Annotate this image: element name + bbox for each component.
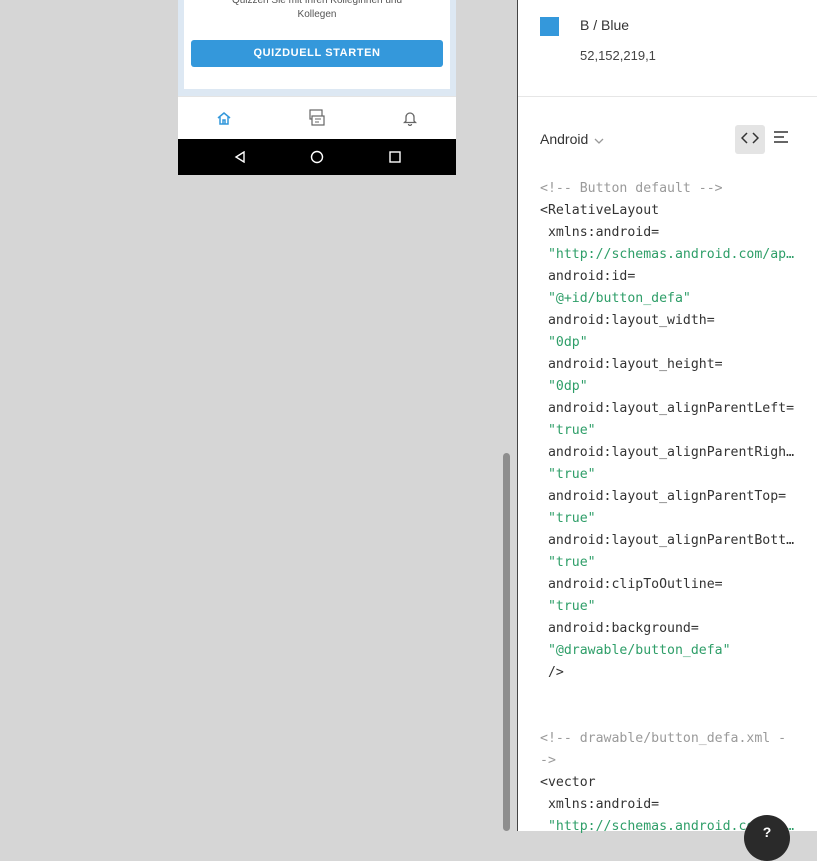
help-icon: ? [762, 824, 772, 840]
back-icon[interactable] [232, 149, 248, 165]
code-line: "true" [540, 423, 596, 438]
phone-content-area: Quizzen Sie mit Ihren Kolleginnen und Ko… [178, 0, 456, 96]
home-icon[interactable] [212, 107, 236, 129]
code-line: "0dp" [540, 335, 588, 350]
quiz-cards-icon[interactable] [305, 107, 329, 129]
code-line: android:layout_alignParentLeft= [540, 401, 795, 416]
code-line: "@+id/button_defa" [540, 291, 691, 306]
list-view-button[interactable] [772, 130, 790, 148]
help-button[interactable]: ? [744, 815, 790, 861]
color-swatch [540, 17, 559, 36]
code-brackets-icon [740, 131, 760, 149]
code-line: <RelativeLayout [540, 203, 660, 218]
code-line: android:clipToOutline= [540, 577, 723, 592]
recents-icon[interactable] [387, 149, 403, 165]
code-snippet[interactable]: <!-- Button default --> <RelativeLayout x… [540, 178, 798, 838]
code-line: /> [540, 665, 564, 680]
section-divider [518, 96, 817, 97]
platform-dropdown[interactable]: Android [540, 131, 604, 147]
bottom-tab-bar [178, 96, 456, 139]
code-line: android:layout_alignParentRight= [540, 445, 798, 460]
code-line: android:layout_width= [540, 313, 715, 328]
phone-preview: Quizzen Sie mit Ihren Kolleginnen und Ko… [178, 0, 456, 175]
platform-label: Android [540, 131, 589, 147]
canvas-scrollbar[interactable] [503, 453, 510, 831]
code-line: "true" [540, 555, 596, 570]
code-line: <!-- drawable/button_defa.xml - [540, 731, 787, 746]
code-line: android:layout_height= [540, 357, 723, 372]
design-canvas[interactable]: Quizzen Sie mit Ihren Kolleginnen und Ko… [0, 0, 517, 831]
code-line: android:background= [540, 621, 699, 636]
code-line: <!-- Button default --> [540, 181, 723, 196]
card-text-line1: Quizzen Sie mit Ihren Kolleginnen und [231, 0, 403, 6]
home-circle-icon[interactable] [309, 149, 325, 165]
code-line: "true" [540, 467, 596, 482]
quizduell-start-button[interactable]: QUIZDUELL STARTEN [191, 40, 443, 67]
bell-icon[interactable] [398, 107, 422, 129]
code-line: <vector [540, 775, 596, 790]
code-line: "0dp" [540, 379, 588, 394]
code-line: "@drawable/button_defa" [540, 643, 731, 658]
list-lines-icon [773, 130, 789, 148]
code-line: -> [540, 753, 556, 768]
code-line: android:layout_alignParentBottom= [540, 533, 798, 548]
quiz-card: Quizzen Sie mit Ihren Kolleginnen und Ko… [184, 0, 450, 89]
card-description: Quizzen Sie mit Ihren Kolleginnen und Ko… [184, 0, 450, 22]
code-view-button[interactable] [735, 125, 765, 154]
code-line: android:layout_alignParentTop= [540, 489, 787, 504]
code-line: xmlns:android= [540, 797, 660, 812]
code-line: xmlns:android= [540, 225, 660, 240]
code-line: "true" [540, 599, 596, 614]
inspector-panel: B / Blue 52,152,219,1 Android <!-- Butto… [517, 0, 817, 861]
android-navigation-bar [178, 139, 456, 175]
card-text-line2: Kollegen [297, 9, 337, 20]
chevron-down-icon [594, 131, 604, 147]
code-line: "http://schemas.android.com/apk/res/andr… [547, 247, 798, 262]
code-line: "true" [540, 511, 596, 526]
code-line: android:id= [540, 269, 636, 284]
color-name: B / Blue [580, 17, 630, 33]
color-rgba-value: 52,152,219,1 [580, 48, 656, 63]
